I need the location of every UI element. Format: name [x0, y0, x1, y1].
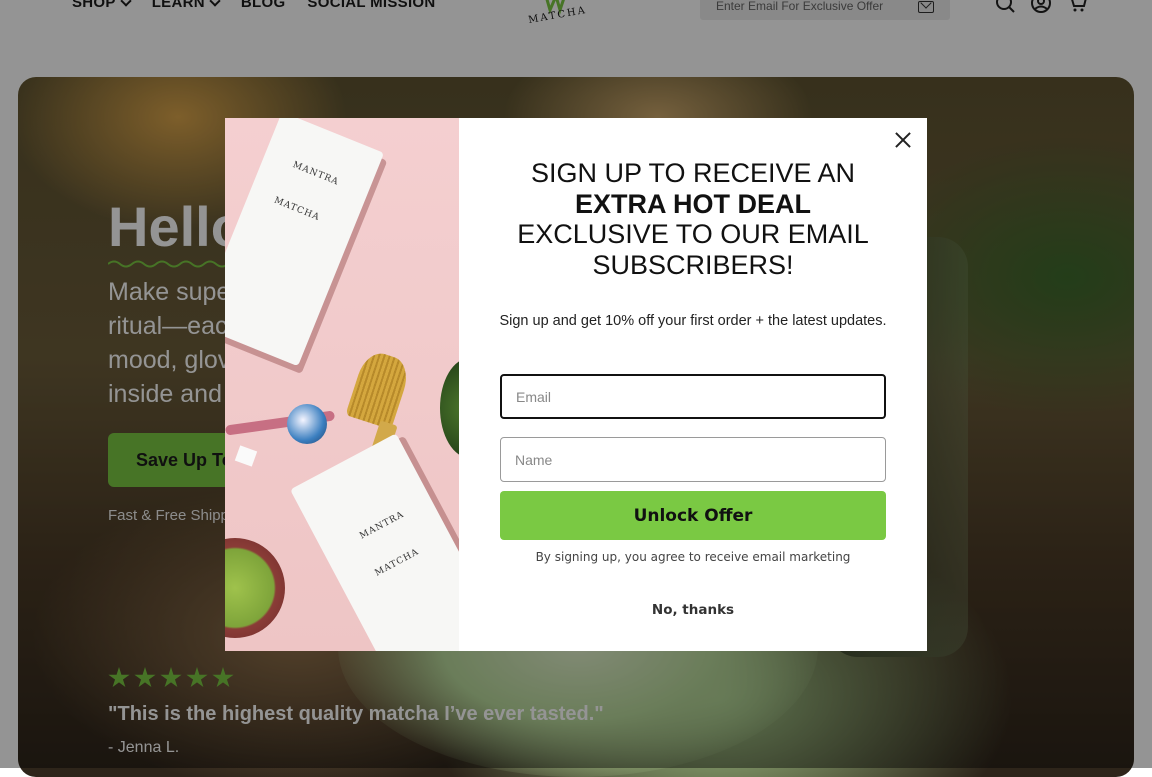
pouch-brand-label: MANTRA — [358, 509, 407, 542]
close-icon[interactable] — [893, 130, 913, 150]
sugar-cube-image — [234, 445, 258, 467]
headline-line: EXCLUSIVE TO OUR EMAIL — [517, 219, 869, 249]
signup-modal: MANTRA MATCHA MANTRA MATCHA SIGN UP TO R… — [225, 118, 927, 651]
modal-body: SIGN UP TO RECEIVE AN EXTRA HOT DEAL EXC… — [459, 118, 927, 651]
modal-headline: SIGN UP TO RECEIVE AN EXTRA HOT DEAL EXC… — [459, 158, 927, 280]
modal-product-image: MANTRA MATCHA MANTRA MATCHA — [225, 118, 459, 651]
pouch-brand-sub-label: MATCHA — [373, 547, 421, 579]
matcha-pouch-image: MANTRA MATCHA — [290, 433, 459, 651]
bamboo-whisk-image — [345, 348, 413, 430]
email-field[interactable] — [500, 374, 886, 419]
modal-subtext: Sign up and get 10% off your first order… — [499, 313, 887, 329]
unlock-offer-button[interactable]: Unlock Offer — [500, 491, 886, 540]
matcha-pouch-image: MANTRA MATCHA — [225, 118, 385, 367]
matcha-powder-bowl-image — [225, 538, 285, 638]
matcha-bowl-image — [440, 358, 459, 458]
spoon-bowl-image — [287, 404, 327, 444]
name-field[interactable] — [500, 437, 886, 482]
consent-disclaimer: By signing up, you agree to receive emai… — [535, 550, 851, 564]
pouch-brand-label: MANTRA — [291, 160, 341, 188]
headline-line: SUBSCRIBERS! — [592, 249, 794, 280]
headline-highlight: EXTRA HOT DEAL — [575, 188, 811, 219]
headline-line: SIGN UP TO RECEIVE AN — [530, 158, 856, 188]
no-thanks-link[interactable]: No, thanks — [459, 602, 927, 618]
pouch-brand-sub-label: MATCHA — [272, 195, 322, 224]
